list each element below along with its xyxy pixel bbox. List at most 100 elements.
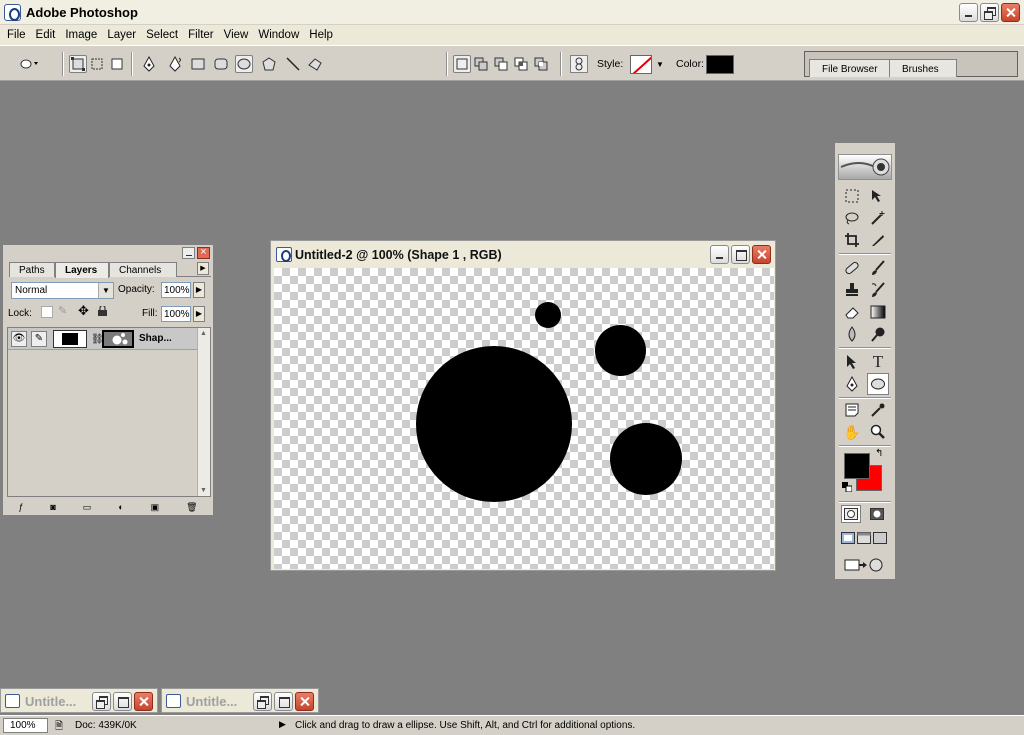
jump-to-imageready-button[interactable] [841,555,889,575]
palette-menu-button[interactable]: ▶ [197,262,209,275]
maximize-button[interactable] [113,692,132,711]
brush-icon[interactable]: ✎ [31,331,47,347]
link-style-button[interactable] [570,55,588,73]
shape-color-swatch[interactable] [706,55,734,74]
menu-image[interactable]: Image [60,29,102,41]
crop-tool[interactable] [841,229,863,251]
standard-mode-button[interactable] [841,505,861,523]
document-canvas[interactable] [274,268,774,569]
swap-colors-icon[interactable]: ↰ [875,448,883,459]
new-layer-set-icon[interactable]: ▭ [83,502,92,513]
dodge-tool[interactable] [867,323,889,345]
lock-position-move-icon[interactable]: ✥ [78,303,89,319]
fill-pixels-button[interactable] [108,55,126,73]
quick-mask-mode-button[interactable] [867,505,887,523]
gradient-tool[interactable] [867,301,889,323]
clone-stamp-tool[interactable] [841,279,863,301]
document-maximize-button[interactable] [731,245,750,264]
close-button[interactable] [134,692,153,711]
restore-button[interactable] [92,692,111,711]
magic-wand-tool[interactable] [867,207,889,229]
freeform-pen-option[interactable] [166,55,184,73]
style-dropdown-arrow-icon[interactable]: ▼ [656,60,664,69]
tab-brushes[interactable]: Brushes [889,59,957,77]
new-adjustment-layer-icon[interactable]: ◐ [118,502,123,512]
custom-shape-option[interactable] [307,55,325,73]
subtract-shape-area-button[interactable] [492,55,510,73]
lock-pixels-brush-icon[interactable]: ✎ [58,304,67,317]
intersect-shape-area-button[interactable] [512,55,530,73]
document-title-bar[interactable]: Untitled-2 @ 100% (Shape 1 , RGB) [271,241,775,268]
create-new-shape-button[interactable] [453,55,471,73]
fill-slider-button[interactable]: ▶ [193,306,205,322]
pen-tool-option[interactable] [140,55,158,73]
rectangle-tool-option[interactable] [189,55,207,73]
blend-mode-select[interactable]: Normal ▼ [11,282,114,299]
menu-edit[interactable]: Edit [31,29,61,41]
exclude-shape-area-button[interactable] [532,55,550,73]
line-tool-option[interactable] [284,55,302,73]
ellipse-tool-option[interactable] [235,55,253,73]
menu-select[interactable]: Select [141,29,183,41]
zoom-tool[interactable] [867,421,889,443]
shape-layers-button[interactable] [69,55,87,73]
app-restore-button[interactable] [980,3,999,22]
restore-button[interactable] [253,692,272,711]
brush-tool[interactable] [867,257,889,279]
paths-mode-button[interactable] [88,55,106,73]
add-mask-icon[interactable]: ◙ [50,502,55,512]
default-colors-icon[interactable] [842,482,853,493]
zoom-field[interactable]: 100% [3,718,48,733]
maximize-button[interactable] [274,692,293,711]
ellipse-shape-large[interactable] [416,346,572,502]
new-layer-icon[interactable]: ▣ [151,502,160,513]
status-menu-arrow-icon[interactable]: ▶ [279,719,286,730]
path-selection-tool[interactable] [841,351,863,373]
palette-minimize-button[interactable] [182,247,195,259]
menu-window[interactable]: Window [253,29,304,41]
scroll-up-icon[interactable]: ▲ [200,330,207,337]
notes-tool[interactable] [841,399,863,421]
lasso-tool[interactable] [841,207,863,229]
minimized-document-2[interactable]: Untitle... [161,688,319,713]
app-minimize-button[interactable] [959,3,978,22]
menu-layer[interactable]: Layer [102,29,141,41]
layers-palette-titlebar[interactable]: × [3,245,213,261]
blur-tool[interactable] [841,323,863,345]
vector-mask-thumbnail[interactable] [102,330,134,348]
layer-fill-thumbnail[interactable] [53,330,87,348]
layers-scrollbar[interactable]: ▲ ▼ [197,328,210,496]
opacity-field[interactable]: 100% [161,282,191,298]
ellipse-shape-medium-bottom[interactable] [610,423,682,495]
layer-row-shape-1[interactable]: 👁 ✎ ⛓ Shap... [8,328,198,350]
tool-preset-picker[interactable] [20,55,38,73]
menu-view[interactable]: View [219,29,254,41]
palette-close-button[interactable]: × [197,246,210,259]
foreground-color-swatch[interactable] [844,453,870,479]
pen-tool[interactable] [841,373,863,395]
lock-transparency-checkbox[interactable] [41,306,53,318]
hand-tool[interactable]: ✋ [841,421,863,443]
tab-channels[interactable]: Channels [109,262,177,277]
tab-file-browser[interactable]: File Browser [809,59,891,77]
eye-icon[interactable]: 👁 [11,331,27,347]
move-tool[interactable] [867,185,889,207]
marquee-tool[interactable] [841,185,863,207]
menu-filter[interactable]: Filter [183,29,219,41]
tab-paths[interactable]: Paths [9,262,55,277]
ellipse-shape-medium-top[interactable] [595,325,646,376]
document-close-button[interactable] [752,245,771,264]
lock-all-icon[interactable] [98,304,107,316]
adobe-online-logo[interactable] [838,154,892,180]
close-button[interactable] [295,692,314,711]
history-brush-tool[interactable] [867,279,889,301]
full-screen-mode-button[interactable] [871,529,889,547]
opacity-slider-button[interactable]: ▶ [193,282,205,298]
trash-icon[interactable]: 🗑 [186,502,197,513]
document-minimize-button[interactable] [710,245,729,264]
fill-field[interactable]: 100% [161,306,191,322]
minimized-document-1[interactable]: Untitle... [0,688,158,713]
document-info-icon[interactable]: 🗎 [55,719,63,735]
healing-brush-tool[interactable] [841,257,863,279]
type-tool[interactable]: T [867,351,889,373]
